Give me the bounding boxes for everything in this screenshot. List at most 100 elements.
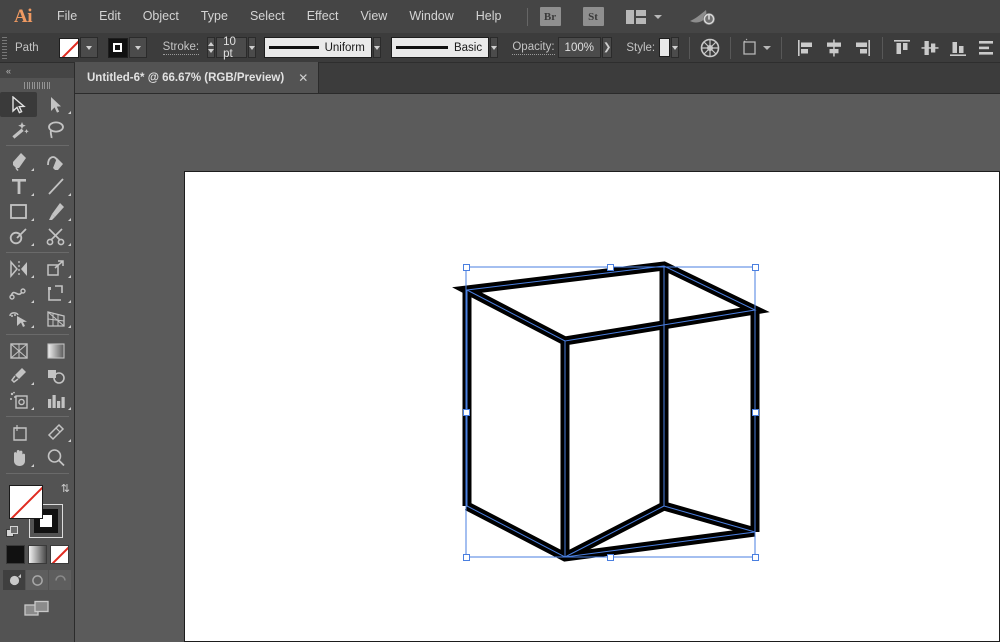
wireframe-cube-artwork[interactable] xyxy=(75,94,1000,642)
width-profile-dropdown[interactable] xyxy=(372,37,382,58)
change-screen-mode-icon[interactable] xyxy=(24,600,50,625)
scale-shear-tool[interactable] xyxy=(37,256,74,281)
menu-type[interactable]: Type xyxy=(190,0,239,33)
zoom-tool[interactable] xyxy=(37,445,74,470)
mesh-tool[interactable] xyxy=(0,338,37,363)
rocket-icon[interactable] xyxy=(688,8,716,26)
pen-tool[interactable] xyxy=(0,149,37,174)
color-mode-row xyxy=(0,545,74,564)
draw-inside-icon[interactable] xyxy=(49,570,71,590)
menu-effect[interactable]: Effect xyxy=(296,0,350,33)
align-bottom-icon[interactable] xyxy=(949,39,967,57)
screen-mode-row xyxy=(0,600,74,625)
direct-selection-tool[interactable] xyxy=(37,92,74,117)
opacity-label[interactable]: Opacity: xyxy=(512,41,555,55)
stroke-dropdown[interactable] xyxy=(128,37,147,58)
menu-file[interactable]: File xyxy=(46,0,88,33)
brush-definition-dropdown[interactable] xyxy=(490,37,499,58)
swap-fill-stroke-icon[interactable]: ⇅ xyxy=(61,482,70,495)
bridge-button[interactable]: Br xyxy=(539,7,561,26)
menu-window[interactable]: Window xyxy=(398,0,464,33)
draw-behind-icon[interactable] xyxy=(26,570,48,590)
graphic-style-swatch[interactable] xyxy=(659,38,671,57)
shaper-pencil-tool[interactable] xyxy=(0,224,37,249)
brush-definition-select[interactable]: Basic xyxy=(391,37,490,58)
selection-tool[interactable] xyxy=(0,92,37,117)
hand-tool[interactable] xyxy=(0,445,37,470)
paintbrush-tool[interactable] xyxy=(37,199,74,224)
tools-panel-grip[interactable] xyxy=(0,78,74,92)
type-tool[interactable] xyxy=(0,174,37,199)
perspective-grid-tool[interactable] xyxy=(37,306,74,331)
slice-tool[interactable] xyxy=(37,420,74,445)
tools-divider-4 xyxy=(6,416,69,417)
symbol-sprayer-tool[interactable] xyxy=(0,388,37,413)
selection-handle-middle-right[interactable] xyxy=(751,408,759,416)
width-profile-select[interactable]: Uniform xyxy=(263,37,372,58)
close-icon[interactable]: ✕ xyxy=(298,72,308,84)
selection-handle-top-left[interactable] xyxy=(462,263,470,271)
transform-icon[interactable] xyxy=(740,38,772,58)
align-top-icon[interactable] xyxy=(893,39,911,57)
stroke-weight-label[interactable]: Stroke: xyxy=(162,41,200,55)
menu-edit[interactable]: Edit xyxy=(88,0,132,33)
document-canvas[interactable] xyxy=(75,94,1000,642)
blend-tool[interactable] xyxy=(37,363,74,388)
opacity-options-button[interactable]: ❯ xyxy=(601,37,613,58)
selection-handle-top-right[interactable] xyxy=(751,263,759,271)
control-bar-grip[interactable] xyxy=(2,33,7,63)
collapse-panel-icon[interactable]: « xyxy=(6,66,11,76)
fill-color-swatch[interactable] xyxy=(9,485,43,519)
menu-view[interactable]: View xyxy=(349,0,398,33)
transform-chevron-icon[interactable] xyxy=(763,45,772,50)
rectangle-tool[interactable] xyxy=(0,199,37,224)
align-vertical-center-icon[interactable] xyxy=(921,39,939,57)
stroke-weight-stepper[interactable] xyxy=(207,37,216,58)
selection-handle-middle-left[interactable] xyxy=(462,408,470,416)
recolor-artwork-icon[interactable] xyxy=(700,38,720,58)
selection-handle-bottom-left[interactable] xyxy=(462,553,470,561)
column-graph-tool[interactable] xyxy=(37,388,74,413)
style-label: Style: xyxy=(626,41,656,54)
graphic-style-dropdown[interactable] xyxy=(671,37,680,58)
default-fill-stroke-icon[interactable] xyxy=(6,526,19,539)
document-tab[interactable]: Untitled-6* @ 66.67% (RGB/Preview) ✕ xyxy=(75,62,320,93)
curvature-tool[interactable] xyxy=(37,149,74,174)
menu-select[interactable]: Select xyxy=(239,0,296,33)
tools-panel-header[interactable]: « xyxy=(0,63,74,78)
stroke-swatch[interactable] xyxy=(107,37,128,58)
distribute-icon[interactable] xyxy=(977,39,995,57)
none-swatch[interactable] xyxy=(49,545,69,564)
artboard-tool[interactable] xyxy=(0,420,37,445)
align-right-icon[interactable] xyxy=(853,39,871,57)
selection-handle-bottom-center[interactable] xyxy=(607,553,614,561)
chevron-down-icon[interactable] xyxy=(653,14,662,19)
magic-wand-tool[interactable] xyxy=(0,117,37,142)
selection-handle-top-center[interactable] xyxy=(607,263,614,271)
gradient-tool[interactable] xyxy=(37,338,74,363)
align-left-icon[interactable] xyxy=(797,39,815,57)
line-segment-tool[interactable] xyxy=(37,174,74,199)
fill-swatch[interactable] xyxy=(58,37,79,58)
arrange-documents-icon[interactable] xyxy=(625,9,662,24)
shape-builder-tool[interactable] xyxy=(0,306,37,331)
align-horizontal-center-icon[interactable] xyxy=(825,39,843,57)
width-warp-tool[interactable] xyxy=(0,281,37,306)
opacity-input[interactable]: 100% xyxy=(557,37,601,58)
rotate-reflect-tool[interactable] xyxy=(0,256,37,281)
menu-bar: Ai File Edit Object Type Select Effect V… xyxy=(0,0,1000,33)
menu-help[interactable]: Help xyxy=(465,0,513,33)
color-swatch[interactable] xyxy=(5,545,25,564)
lasso-tool[interactable] xyxy=(37,117,74,142)
fill-dropdown[interactable] xyxy=(79,37,98,58)
gradient-swatch[interactable] xyxy=(27,545,47,564)
selection-handle-bottom-right[interactable] xyxy=(751,553,759,561)
stroke-weight-dropdown[interactable] xyxy=(247,37,256,58)
menu-object[interactable]: Object xyxy=(132,0,190,33)
draw-normal-icon[interactable] xyxy=(3,570,25,590)
eyedropper-tool[interactable] xyxy=(0,363,37,388)
stroke-weight-input[interactable]: 10 pt xyxy=(216,36,247,60)
eraser-scissors-tool[interactable] xyxy=(37,224,74,249)
free-transform-tool[interactable] xyxy=(37,281,74,306)
stock-button[interactable]: St xyxy=(582,7,604,26)
